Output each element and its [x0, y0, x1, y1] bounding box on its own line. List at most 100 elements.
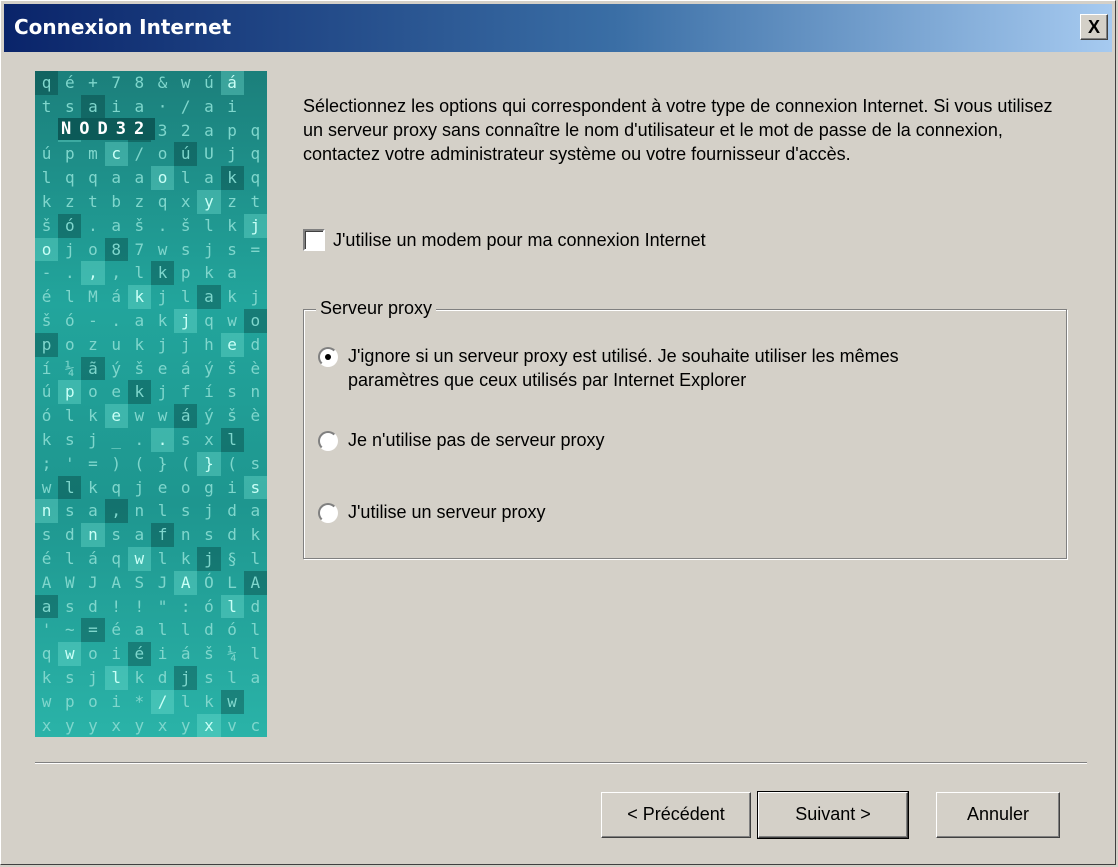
banner-cell: i	[227, 96, 237, 116]
banner-cell: l	[157, 501, 168, 521]
banner-cell: ú	[41, 382, 52, 402]
banner-cell: k	[41, 429, 52, 449]
banner-cell: x	[41, 715, 52, 735]
radio-ignore-proxy[interactable]	[318, 347, 338, 367]
banner-cell: .	[150, 427, 175, 452]
banner-cell: o	[35, 237, 59, 262]
radio-use-proxy-label[interactable]: J'utilise un serveur proxy	[348, 500, 546, 524]
banner-cell: a	[134, 620, 145, 640]
banner-cell: l	[180, 168, 191, 188]
banner-row: nsa,nlsjda	[35, 499, 267, 524]
banner-cell: š	[227, 358, 237, 378]
banner-cell: k	[157, 310, 168, 330]
banner-cell: '	[64, 453, 75, 473]
next-button[interactable]: Suivant >	[757, 791, 909, 839]
banner-cell: s	[180, 429, 191, 449]
banner-cell: A	[41, 572, 52, 592]
banner-cell: o	[88, 644, 98, 664]
close-button[interactable]: X	[1080, 14, 1108, 40]
banner-cell	[35, 119, 58, 143]
banner-cell: q	[35, 71, 59, 95]
banner-cell: 8	[104, 237, 128, 262]
modem-checkbox-label[interactable]: J'utilise un modem pour ma connexion Int…	[333, 230, 706, 251]
banner-cell: é	[64, 73, 75, 92]
banner-cell: l	[64, 287, 75, 307]
banner-cell: a	[134, 168, 145, 188]
banner-row: w p o i * / l k w	[35, 689, 267, 714]
radio-ignore-proxy-label[interactable]: J'ignore si un serveur proxy est utilisé…	[348, 344, 968, 392]
banner-cell: o	[88, 382, 98, 402]
banner-cell: š	[180, 215, 191, 235]
banner-row: sdnsafnsdk	[35, 523, 267, 547]
radio-row-no-proxy[interactable]: Je n'utilise pas de serveur proxy	[318, 428, 605, 452]
banner-cell: á	[111, 287, 121, 307]
cancel-button[interactable]: Annuler	[936, 792, 1060, 838]
banner-cell: x	[197, 713, 221, 737]
banner-cell: ,	[104, 499, 128, 524]
banner-cell: J	[88, 572, 98, 592]
banner-cell: i	[111, 96, 121, 116]
banner-row: a s d!! ": ó l d	[35, 594, 267, 619]
banner-cell: c	[250, 715, 261, 735]
banner-cell: ý	[204, 406, 214, 426]
banner-cell: ý	[111, 358, 121, 378]
banner-cell: z	[227, 191, 237, 211]
banner-cell: ·	[157, 96, 168, 116]
banner-cell: z	[64, 191, 75, 211]
banner-cell: w	[41, 477, 52, 497]
intro-text: Sélectionnez les options qui corresponde…	[303, 96, 1053, 164]
banner-cell: &	[157, 73, 168, 92]
banner-cell: e	[111, 382, 121, 402]
radio-use-proxy[interactable]	[318, 503, 338, 523]
banner-cell: d	[227, 525, 237, 545]
banner-cell: ú	[174, 142, 198, 167]
banner-cell: -	[41, 263, 52, 283]
radio-row-use-proxy[interactable]: J'utilise un serveur proxy	[318, 500, 546, 524]
banner-row: élMákjlakj	[35, 285, 267, 309]
banner-cell: q	[250, 144, 261, 164]
banner-cell: *	[134, 691, 145, 711]
modem-checkbox-row[interactable]: J'utilise un modem pour ma connexion Int…	[303, 229, 706, 251]
banner-cell: ¼	[64, 358, 75, 378]
banner-cell: w	[227, 310, 237, 330]
banner-row: šó-. akjqwo	[35, 308, 267, 333]
banner-cell: k	[88, 406, 98, 426]
banner-cell: l	[58, 475, 82, 500]
banner-cell: L	[227, 572, 237, 592]
back-button[interactable]: < Précédent	[601, 792, 751, 838]
banner-cell: q	[250, 120, 261, 140]
banner-cell: .	[157, 215, 168, 235]
banner-cell: d	[204, 620, 214, 640]
banner-cell: a	[111, 168, 121, 188]
banner-cell: o	[180, 477, 191, 497]
dialog-window: Connexion Internet X q é +7 8 & w ú á t s a i a · / a i …	[0, 0, 1116, 865]
banner-row: ' ~ = é a l l d ó l	[35, 618, 267, 643]
banner-cell: !	[134, 596, 145, 616]
banner-cell: i	[111, 691, 121, 711]
banner-row: pozukjjhed	[35, 332, 267, 357]
banner-cell: j	[157, 382, 168, 402]
banner-cell: l	[220, 427, 244, 452]
banner-cell: ý	[204, 358, 214, 378]
radio-no-proxy[interactable]	[318, 431, 338, 451]
nod32-banner-image: qé+78&wúátsaia·/ai NOD32apqúpmc/oúUjqlqq…	[35, 71, 267, 737]
banner-cell: k	[134, 667, 145, 687]
banner-cell: j	[250, 287, 261, 307]
banner-cell: d	[227, 501, 237, 521]
radio-no-proxy-label[interactable]: Je n'utilise pas de serveur proxy	[348, 428, 605, 452]
banner-cell: o	[157, 144, 168, 164]
banner-cell: ú	[41, 144, 52, 164]
nod32-logo: NOD32	[58, 118, 156, 140]
banner-cell: s	[180, 501, 191, 521]
banner-cell: l	[180, 691, 191, 711]
banner-cell: w	[157, 239, 168, 259]
radio-row-ignore-proxy[interactable]: J'ignore si un serveur proxy est utilisé…	[318, 344, 968, 392]
banner-cell: á	[180, 644, 191, 664]
banner-cell: w	[220, 689, 244, 714]
banner-cell: u	[111, 334, 121, 354]
banner-cell: p	[64, 691, 75, 711]
banner-cell: j	[227, 144, 237, 164]
banner-cell: e	[220, 332, 244, 357]
modem-checkbox[interactable]	[303, 229, 325, 251]
banner-cell: !	[111, 596, 121, 616]
